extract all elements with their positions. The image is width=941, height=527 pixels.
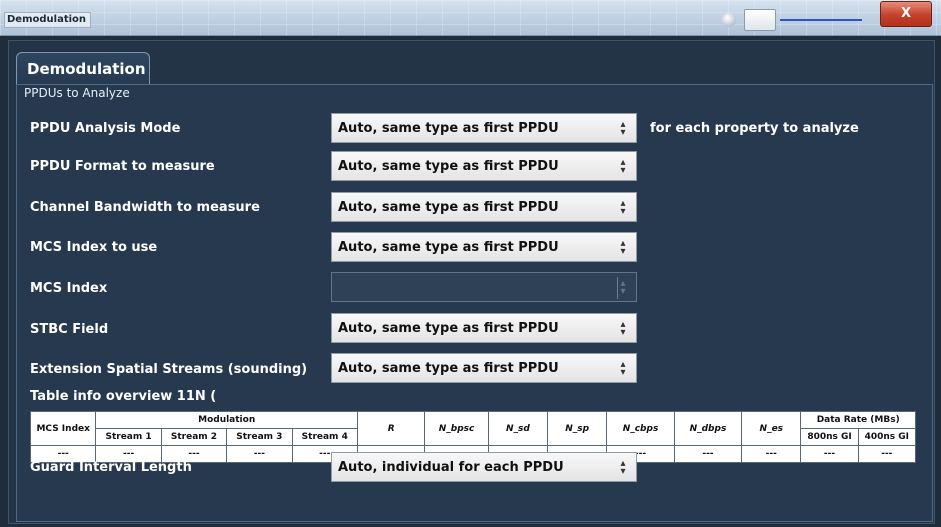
table-cell: --- — [673, 445, 743, 463]
ppdu-format-label: PPDU Format to measure — [30, 159, 215, 174]
ppdu-analysis-mode-value: Auto, same type as first PPDU — [338, 121, 559, 136]
spinner-arrows-icon: ▴ ▾ — [620, 278, 626, 297]
dropdown-arrows-icon: ▴ ▾ — [620, 157, 626, 176]
dropdown-arrows-icon: ▴ ▾ — [620, 458, 626, 477]
channel-bandwidth-dropdown[interactable]: Auto, same type as first PPDU ▴ ▾ — [331, 192, 637, 222]
header-stream-4: Stream 4 — [291, 428, 358, 446]
dropdown-arrows-icon: ▴ ▾ — [620, 319, 626, 338]
ppdu-analysis-mode-label: PPDU Analysis Mode — [30, 121, 181, 136]
header-stream-1: Stream 1 — [95, 428, 162, 446]
window-title: Demodulation — [4, 12, 92, 28]
channel-bandwidth-value: Auto, same type as first PPDU — [338, 200, 559, 215]
header-r: R — [356, 411, 426, 446]
header-n-sd: N_sd — [487, 411, 549, 446]
ppdu-analysis-mode-dropdown[interactable]: Auto, same type as first PPDU ▴ ▾ — [331, 113, 637, 143]
stbc-field-dropdown[interactable]: Auto, same type as first PPDU ▴ ▾ — [331, 313, 637, 343]
guard-interval-value: Auto, individual for each PPDU — [338, 460, 564, 475]
stbc-field-value: Auto, same type as first PPDU — [338, 321, 559, 336]
header-n-bpsc: N_bpsc — [424, 411, 489, 446]
close-icon: X — [900, 6, 912, 21]
header-n-cbps: N_cbps — [606, 411, 675, 446]
mcs-index-input: ▴ ▾ — [331, 272, 637, 302]
analysis-mode-hint: for each property to analyze — [650, 121, 859, 136]
header-n-dbps: N_dbps — [673, 411, 743, 446]
dropdown-arrows-icon: ▴ ▾ — [620, 198, 626, 217]
mcs-index-to-use-label: MCS Index to use — [30, 240, 158, 255]
ppdu-format-value: Auto, same type as first PPDU — [338, 159, 559, 174]
header-mcs-index: MCS Index — [29, 411, 97, 446]
channel-bandwidth-label: Channel Bandwidth to measure — [30, 200, 260, 215]
header-stream-3: Stream 3 — [226, 428, 293, 446]
header-n-sp: N_sp — [547, 411, 608, 446]
spinner-divider — [617, 277, 618, 299]
mcs-index-to-use-value: Auto, same type as first PPDU — [338, 240, 559, 255]
tab-demodulation[interactable]: Demodulation — [16, 52, 150, 86]
mcs-index-to-use-dropdown[interactable]: Auto, same type as first PPDU ▴ ▾ — [331, 232, 637, 262]
extension-spatial-streams-label: Extension Spatial Streams (sounding) — [30, 362, 308, 377]
header-stream-2: Stream 2 — [160, 428, 228, 446]
title-bar-pattern — [0, 0, 941, 36]
transparency-slider-track[interactable] — [780, 19, 862, 21]
extension-spatial-streams-value: Auto, same type as first PPDU — [338, 361, 559, 376]
table-cell: --- — [800, 445, 859, 463]
transparency-slider-handle[interactable] — [744, 9, 776, 31]
guard-interval-label: Guard Interval Length — [30, 460, 192, 475]
ppdu-format-dropdown[interactable]: Auto, same type as first PPDU ▴ ▾ — [331, 151, 637, 181]
table-cell: --- — [857, 445, 917, 463]
stbc-field-label: STBC Field — [30, 322, 109, 337]
header-800ns-gi: 800ns GI — [800, 428, 859, 446]
toolbar-orb-icon[interactable] — [722, 13, 736, 27]
section-label: PPDUs to Analyze — [24, 86, 130, 100]
mcs-index-label: MCS Index — [30, 281, 108, 296]
dropdown-arrows-icon: ▴ ▾ — [620, 238, 626, 257]
header-data-rate: Data Rate (MBs) — [800, 411, 916, 429]
dropdown-arrows-icon: ▴ ▾ — [620, 119, 626, 138]
header-modulation: Modulation — [95, 411, 358, 429]
table-cell: --- — [741, 445, 802, 463]
extension-spatial-streams-dropdown[interactable]: Auto, same type as first PPDU ▴ ▾ — [331, 353, 637, 383]
header-400ns-gi: 400ns GI — [857, 428, 917, 446]
table-cell: --- — [226, 445, 293, 463]
title-bar: Demodulation X — [0, 0, 941, 36]
close-button[interactable]: X — [880, 1, 932, 27]
guard-interval-dropdown[interactable]: Auto, individual for each PPDU ▴ ▾ — [331, 452, 637, 482]
table-header-row: MCS Index Modulation R N_bpsc N_sd N_sp … — [29, 411, 916, 446]
dropdown-arrows-icon: ▴ ▾ — [620, 359, 626, 378]
header-n-es: N_es — [741, 411, 802, 446]
table-title: Table info overview 11N ( — [30, 389, 217, 404]
